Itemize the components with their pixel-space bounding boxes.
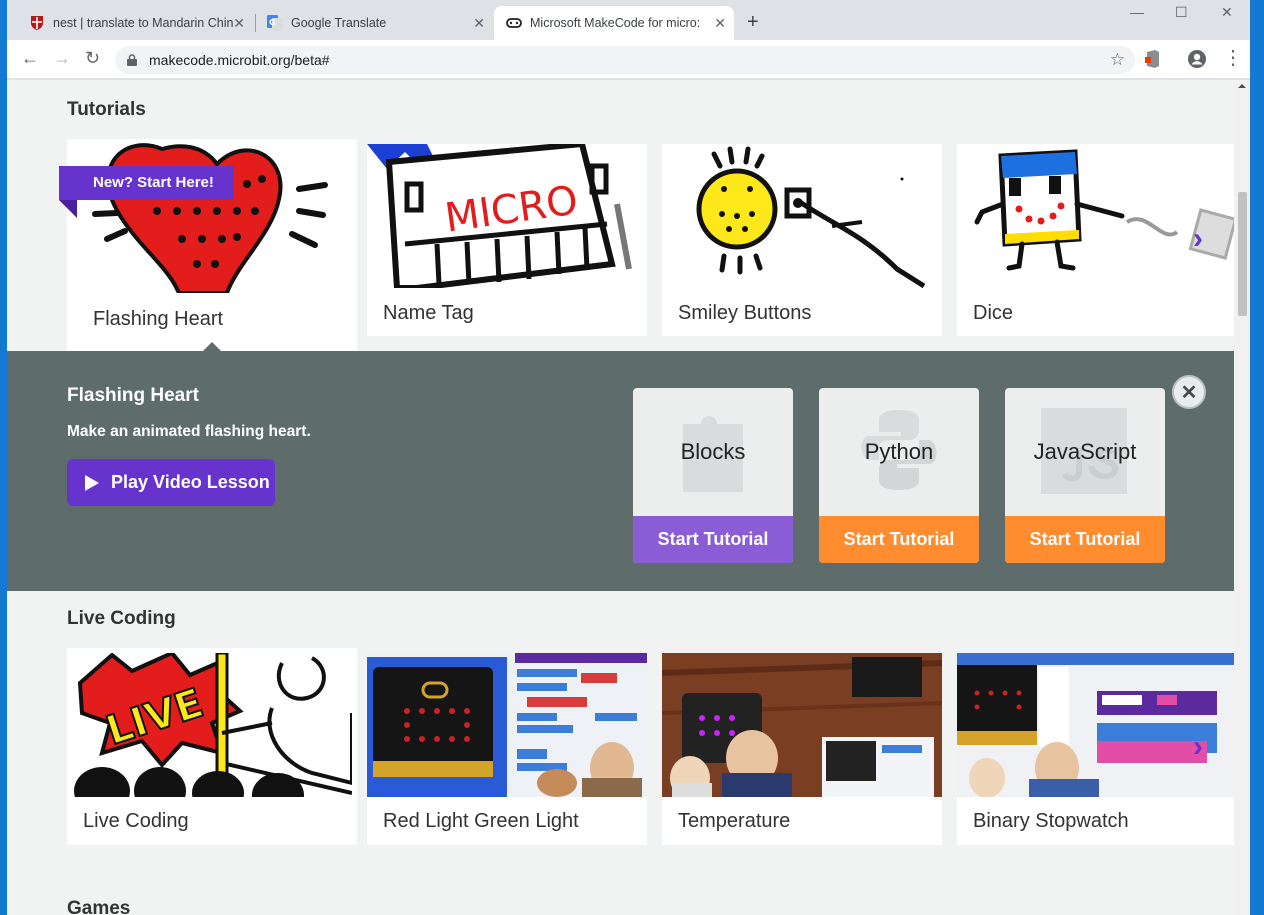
micro-name-tag-illustration: MICRO [367, 144, 647, 288]
maximize-icon[interactable]: ☐ [1175, 4, 1188, 21]
live-card-label: Red Light Green Light [383, 810, 579, 832]
lock-icon [127, 54, 137, 66]
tutorials-heading: Tutorials [67, 99, 146, 120]
browser-menu-icon[interactable]: ⋮ [1223, 48, 1243, 68]
live-card-label: Temperature [678, 810, 791, 832]
back-icon[interactable]: ← [21, 48, 39, 68]
tutorial-card-label: Name Tag [383, 302, 474, 324]
window-close-icon[interactable]: ✕ [1221, 4, 1233, 21]
forward-icon[interactable]: → [53, 48, 71, 68]
live-card-label: Binary Stopwatch [973, 810, 1129, 832]
window-border [1250, 0, 1264, 915]
tutorial-card-label: Smiley Buttons [678, 302, 812, 324]
language-card-blocks[interactable]: Blocks Start Tutorial [633, 388, 793, 563]
office-extension-icon[interactable] [1143, 49, 1161, 69]
live-card-red-light-green-light[interactable]: Red Light Green Light [367, 653, 647, 845]
detail-title: Flashing Heart [67, 385, 199, 406]
google-translate-icon: G [267, 15, 283, 31]
address-bar[interactable]: makecode.microbit.org/beta# ☆ [115, 46, 1135, 74]
start-tutorial-javascript-button[interactable]: Start Tutorial [1005, 516, 1165, 563]
tutorials-next-arrow-icon[interactable]: › [1193, 222, 1203, 256]
live-card-live-coding[interactable]: LIVE Live Coding [67, 648, 357, 845]
profile-avatar-icon[interactable] [1187, 49, 1207, 69]
play-button-label: Play Video Lesson [111, 472, 270, 492]
language-name: Python [864, 439, 934, 464]
tab-title: Google Translate [291, 16, 387, 30]
tab-divider [255, 14, 256, 32]
live-coding-heading: Live Coding [67, 608, 176, 629]
microbit-logo-icon [506, 18, 522, 28]
language-name: JavaScript [1033, 439, 1137, 464]
tab-title: Microsoft MakeCode for micro:bit [530, 16, 700, 30]
play-icon [85, 474, 99, 491]
play-video-lesson-button[interactable]: Play Video Lesson [67, 459, 275, 506]
language-name: Blocks [680, 439, 746, 464]
scroll-up-icon[interactable] [1238, 84, 1246, 88]
language-card-python[interactable]: Python Start Tutorial [819, 388, 979, 563]
new-start-here-badge: New? Start Here! [59, 166, 234, 218]
university-shield-icon [31, 16, 43, 30]
games-heading: Games [67, 898, 131, 915]
dice-illustration [957, 144, 1234, 288]
bookmark-star-icon[interactable]: ☆ [1110, 50, 1125, 70]
reload-icon[interactable]: ↻ [85, 48, 100, 68]
tutorial-card-label: Flashing Heart [93, 308, 224, 330]
video-thumbnail [957, 653, 1234, 797]
smiley-button-illustration [662, 144, 942, 288]
live-card-label: Live Coding [83, 810, 189, 832]
tutorial-detail-panel: Flashing Heart Make an animated flashing… [7, 342, 1234, 591]
heart-illustration [67, 139, 357, 293]
tab-title: nest | translate to Mandarin Chin [53, 16, 233, 30]
live-illustration: LIVE [72, 653, 352, 797]
language-area: Blocks [633, 388, 793, 516]
tutorial-card-name-tag[interactable]: MICRO Name Tag [367, 144, 647, 336]
start-tutorial-python-button[interactable]: Start Tutorial [819, 516, 979, 563]
video-thumbnail [662, 653, 942, 797]
browser-tab-google-translate[interactable]: G Google Translate ✕ [257, 6, 493, 40]
close-detail-icon[interactable]: ✕ [1172, 375, 1206, 409]
language-card-javascript[interactable]: JavaScript Start Tutorial [1005, 388, 1165, 563]
browser-toolbar: ← → ↻ makecode.microbit.org/beta# ☆ ⋮ [7, 40, 1250, 78]
svg-text:G: G [269, 18, 276, 27]
new-tab-button[interactable]: + [747, 12, 759, 32]
detail-description: Make an animated flashing heart. [67, 423, 311, 440]
browser-tab-nest[interactable]: nest | translate to Mandarin Chin ✕ [17, 6, 253, 40]
url-text: makecode.microbit.org/beta# [149, 52, 330, 68]
start-tutorial-blocks-button[interactable]: Start Tutorial [633, 516, 793, 563]
tab-close-icon[interactable]: ✕ [233, 15, 245, 31]
tab-close-icon[interactable]: ✕ [473, 15, 485, 31]
language-area: Python [819, 388, 979, 516]
live-card-temperature[interactable]: Temperature [662, 653, 942, 845]
live-coding-next-arrow-icon[interactable]: › [1193, 730, 1203, 764]
tab-close-icon[interactable]: ✕ [714, 15, 726, 31]
minimize-icon[interactable]: — [1130, 4, 1144, 20]
makecode-home: Tutorials Flashing Heart New? Start Here [7, 80, 1234, 915]
browser-tab-makecode[interactable]: Microsoft MakeCode for micro:bit ✕ [494, 6, 734, 40]
tutorial-card-label: Dice [973, 302, 1014, 324]
video-thumbnail [367, 653, 647, 797]
page-scrollbar[interactable] [1234, 80, 1250, 915]
browser-chrome: nest | translate to Mandarin Chin ✕ G Go… [7, 0, 1250, 80]
scrollbar-thumb[interactable] [1238, 192, 1247, 316]
language-area: JavaScript [1005, 388, 1165, 516]
panel-caret [203, 342, 221, 351]
tutorial-card-smiley-buttons[interactable]: Smiley Buttons [662, 144, 942, 336]
